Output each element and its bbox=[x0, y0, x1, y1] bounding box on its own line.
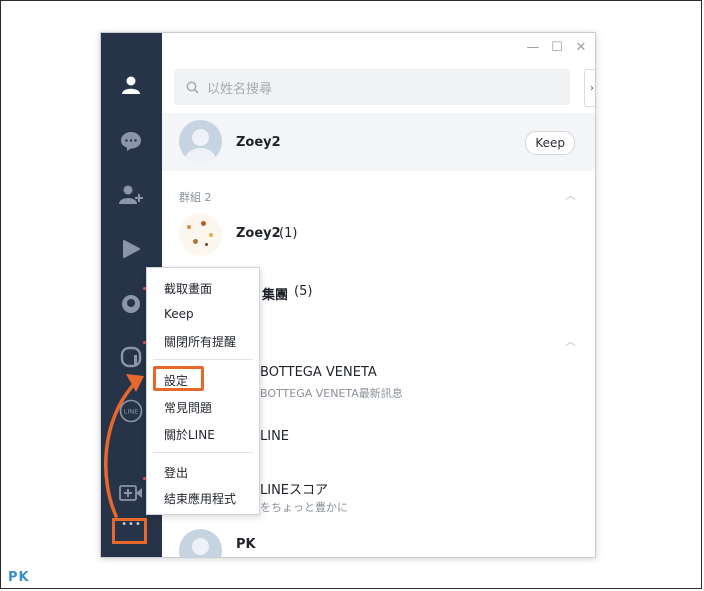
avatar bbox=[179, 529, 222, 557]
menu-item-exit[interactable]: 結束應用程式 bbox=[164, 490, 236, 507]
menu-item-keep[interactable]: Keep bbox=[164, 307, 194, 321]
menu-item-about[interactable]: 關於LINE bbox=[164, 426, 215, 443]
menu-item-mute-all[interactable]: 關閉所有提醒 bbox=[164, 333, 236, 350]
friend-name: BOTTEGA VENETA bbox=[260, 365, 377, 380]
menu-divider bbox=[153, 359, 253, 360]
minimize-button[interactable]: — bbox=[525, 39, 541, 55]
keep-button[interactable]: Keep bbox=[525, 131, 575, 155]
search-icon bbox=[186, 81, 199, 94]
group-count: (5) bbox=[294, 284, 313, 299]
avatar bbox=[179, 120, 222, 163]
friend-status: をちょっと豊かに bbox=[260, 501, 348, 514]
group-count: (1) bbox=[279, 226, 298, 241]
groups-section-label: 群組 2 bbox=[179, 191, 212, 204]
watermark-logo: PK bbox=[8, 570, 30, 585]
search-bar[interactable]: 以姓名搜尋 bbox=[174, 69, 570, 105]
group-name: Zoey2 bbox=[236, 226, 281, 241]
profile-icon[interactable] bbox=[119, 73, 143, 97]
close-button[interactable]: ✕ bbox=[573, 39, 589, 55]
chat-icon[interactable] bbox=[119, 129, 143, 153]
friend-status: BOTTEGA VENETA最新訊息 bbox=[260, 387, 403, 400]
add-friend-icon[interactable] bbox=[119, 183, 143, 207]
friend-name: LINE bbox=[260, 429, 290, 444]
maximize-button[interactable]: ☐ bbox=[549, 39, 565, 55]
friend-name: PK bbox=[236, 537, 256, 552]
profile-name: Zoey2 bbox=[236, 135, 281, 150]
side-panel-toggle[interactable]: › bbox=[584, 69, 595, 107]
group-name: 集團 bbox=[262, 288, 289, 303]
more-context-menu: 截取畫面 Keep 關閉所有提醒 設定 常見問題 關於LINE 登出 結束應用程… bbox=[146, 267, 260, 515]
search-placeholder: 以姓名搜尋 bbox=[207, 81, 273, 97]
play-icon[interactable] bbox=[119, 237, 143, 261]
group-row[interactable]: Zoey2 (1) bbox=[162, 213, 595, 256]
more-button-highlight-box bbox=[112, 518, 147, 544]
menu-item-screenshot[interactable]: 截取畫面 bbox=[164, 280, 212, 297]
menu-item-faq[interactable]: 常見問題 bbox=[164, 399, 212, 416]
annotation-arrow-icon bbox=[104, 374, 144, 518]
openchat-icon[interactable] bbox=[119, 345, 143, 369]
menu-divider bbox=[153, 452, 253, 453]
menu-item-logout[interactable]: 登出 bbox=[164, 464, 188, 481]
timeline-icon[interactable] bbox=[119, 291, 143, 315]
chevron-up-icon[interactable]: ︿ bbox=[565, 333, 576, 349]
group-avatar bbox=[179, 213, 222, 256]
friend-row[interactable]: PK bbox=[162, 529, 595, 557]
friend-name: LINEスコア bbox=[260, 483, 329, 498]
my-profile-row[interactable]: Zoey2 Keep bbox=[162, 113, 595, 171]
settings-highlight-box bbox=[153, 366, 204, 391]
chevron-up-icon[interactable]: ︿ bbox=[565, 187, 576, 203]
